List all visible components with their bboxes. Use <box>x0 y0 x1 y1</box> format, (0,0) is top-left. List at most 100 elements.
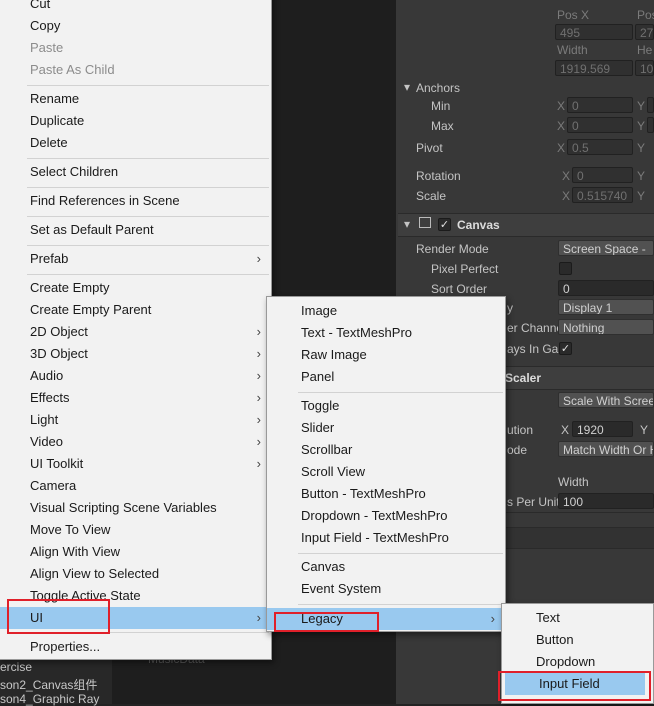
sort-order-field[interactable]: 0 <box>558 280 654 296</box>
min-y-field[interactable] <box>647 97 654 113</box>
pos-y-field[interactable]: 27 <box>635 24 654 40</box>
height-field[interactable]: 10 <box>635 60 654 76</box>
reference-pixels-per-unit-label: s Per Unit <box>507 495 560 509</box>
menu-item-2d-object[interactable]: 2D Object › <box>0 321 271 343</box>
scale-x-field[interactable]: 0.515740 <box>572 187 633 203</box>
max-label: Max <box>431 119 454 133</box>
menu-item-select-children[interactable]: Select Children <box>0 161 271 183</box>
menu-item-toggle-active-state[interactable]: Toggle Active State <box>0 585 271 607</box>
chevron-right-icon: › <box>256 412 261 427</box>
menu-item-find-references[interactable]: Find References in Scene <box>0 190 271 212</box>
menu-item-delete[interactable]: Delete <box>0 132 271 154</box>
menu-item-label: UI Toolkit <box>30 456 84 471</box>
menu-item-align-view-to-selected[interactable]: Align View to Selected <box>0 563 271 585</box>
max-x-field[interactable]: 0 <box>567 117 633 133</box>
menu-item-camera[interactable]: Camera <box>0 475 271 497</box>
y-letter: Y <box>637 119 646 133</box>
menu-item-raw-image[interactable]: Raw Image <box>267 344 505 366</box>
menu-item-rename[interactable]: Rename <box>0 88 271 110</box>
y-letter: Y <box>637 99 646 113</box>
max-y-field[interactable] <box>647 117 654 133</box>
menu-item-legacy[interactable]: Legacy › <box>267 608 505 630</box>
menu-item-event-system[interactable]: Event System <box>267 578 505 600</box>
menu-item-toggle[interactable]: Toggle <box>267 395 505 417</box>
screen-match-mode-label: ode <box>507 443 528 457</box>
x-letter: X <box>561 423 570 437</box>
shader-channels-label: er Channe <box>507 321 564 335</box>
reference-pixels-per-unit-field[interactable]: 100 <box>558 493 654 509</box>
menu-item-properties[interactable]: Properties... <box>0 636 271 658</box>
override-sorting-checkbox[interactable]: ✓ <box>559 342 572 355</box>
menu-item-cut[interactable]: Cut <box>0 0 271 15</box>
chevron-right-icon: › <box>256 368 261 383</box>
pixel-perfect-label: Pixel Perfect <box>431 262 499 276</box>
menu-item-label: 2D Object <box>30 324 88 339</box>
anchors-foldout-icon[interactable]: ▾ <box>404 80 410 94</box>
shader-channels-dropdown[interactable]: Nothing <box>558 319 654 335</box>
project-item[interactable]: ercise <box>0 660 32 674</box>
pivot-x-field[interactable]: 0.5 <box>567 139 633 155</box>
menu-item-duplicate[interactable]: Duplicate <box>0 110 271 132</box>
menu-item-dropdown[interactable]: Dropdown <box>502 651 653 673</box>
menu-item-slider[interactable]: Slider <box>267 417 505 439</box>
x-letter: X <box>557 99 566 113</box>
menu-item-input-field-textmeshpro[interactable]: Input Field - TextMeshPro <box>267 527 505 549</box>
menu-item-canvas[interactable]: Canvas <box>267 556 505 578</box>
menu-item-prefab[interactable]: Prefab › <box>0 248 271 270</box>
menu-separator <box>298 553 503 554</box>
min-x-field[interactable]: 0 <box>567 97 633 113</box>
canvas-component-header[interactable] <box>398 213 654 237</box>
menu-item-copy[interactable]: Copy <box>0 15 271 37</box>
reference-resolution-x-field[interactable]: 1920 <box>572 421 633 437</box>
canvas-foldout-icon[interactable]: ▾ <box>404 217 410 231</box>
menu-item-effects[interactable]: Effects › <box>0 387 271 409</box>
rotation-label: Rotation <box>416 169 461 183</box>
menu-item-text-textmeshpro[interactable]: Text - TextMeshPro <box>267 322 505 344</box>
menu-item-ui[interactable]: UI › <box>0 607 271 629</box>
menu-item-create-empty-parent[interactable]: Create Empty Parent <box>0 299 271 321</box>
canvas-component-title: Canvas <box>457 218 500 232</box>
menu-item-move-to-view[interactable]: Move To View <box>0 519 271 541</box>
menu-separator <box>298 392 503 393</box>
height-label: He <box>637 43 653 57</box>
menu-item-scrollbar[interactable]: Scrollbar <box>267 439 505 461</box>
menu-item-audio[interactable]: Audio › <box>0 365 271 387</box>
menu-item-create-empty[interactable]: Create Empty <box>0 277 271 299</box>
menu-item-scroll-view[interactable]: Scroll View <box>267 461 505 483</box>
x-letter: X <box>557 119 566 133</box>
anchors-label[interactable]: Anchors <box>416 81 460 95</box>
width-field[interactable]: 1919.569 <box>555 60 633 76</box>
menu-item-paste[interactable]: Paste <box>0 37 271 59</box>
chevron-right-icon: › <box>256 434 261 449</box>
context-menu: Cut Copy Paste Paste As Child Rename Dup… <box>0 0 272 660</box>
menu-separator <box>27 187 269 188</box>
ui-scale-mode-dropdown[interactable]: Scale With Scree <box>558 392 654 408</box>
menu-item-paste-as-child[interactable]: Paste As Child <box>0 59 271 81</box>
y-letter: Y <box>637 169 646 183</box>
chevron-right-icon: › <box>256 324 261 339</box>
menu-item-panel[interactable]: Panel <box>267 366 505 388</box>
menu-item-input-field[interactable]: Input Field <box>505 673 645 695</box>
rotation-x-field[interactable]: 0 <box>572 167 633 183</box>
menu-item-video[interactable]: Video › <box>0 431 271 453</box>
menu-item-button[interactable]: Button <box>502 629 653 651</box>
menu-item-ui-toolkit[interactable]: UI Toolkit › <box>0 453 271 475</box>
menu-item-text[interactable]: Text <box>502 607 653 629</box>
menu-item-visual-scripting-scene-variables[interactable]: Visual Scripting Scene Variables <box>0 497 271 519</box>
project-item[interactable]: son2_Canvas组件 <box>0 676 97 693</box>
menu-item-set-default-parent[interactable]: Set as Default Parent <box>0 219 271 241</box>
render-mode-dropdown[interactable]: Screen Space - <box>558 240 654 256</box>
canvas-enabled-checkbox[interactable]: ✓ <box>438 218 451 231</box>
menu-item-dropdown-textmeshpro[interactable]: Dropdown - TextMeshPro <box>267 505 505 527</box>
menu-item-3d-object[interactable]: 3D Object › <box>0 343 271 365</box>
menu-item-image[interactable]: Image <box>267 300 505 322</box>
menu-item-button-textmeshpro[interactable]: Button - TextMeshPro <box>267 483 505 505</box>
pixel-perfect-checkbox[interactable] <box>559 262 572 275</box>
menu-item-light[interactable]: Light › <box>0 409 271 431</box>
target-display-dropdown[interactable]: Display 1 <box>558 299 654 315</box>
screen-match-mode-dropdown[interactable]: Match Width Or H <box>558 441 654 457</box>
y-letter: Y <box>637 141 646 155</box>
y-letter: Y <box>640 423 649 437</box>
menu-item-align-with-view[interactable]: Align With View <box>0 541 271 563</box>
pos-x-field[interactable]: 495 <box>555 24 633 40</box>
